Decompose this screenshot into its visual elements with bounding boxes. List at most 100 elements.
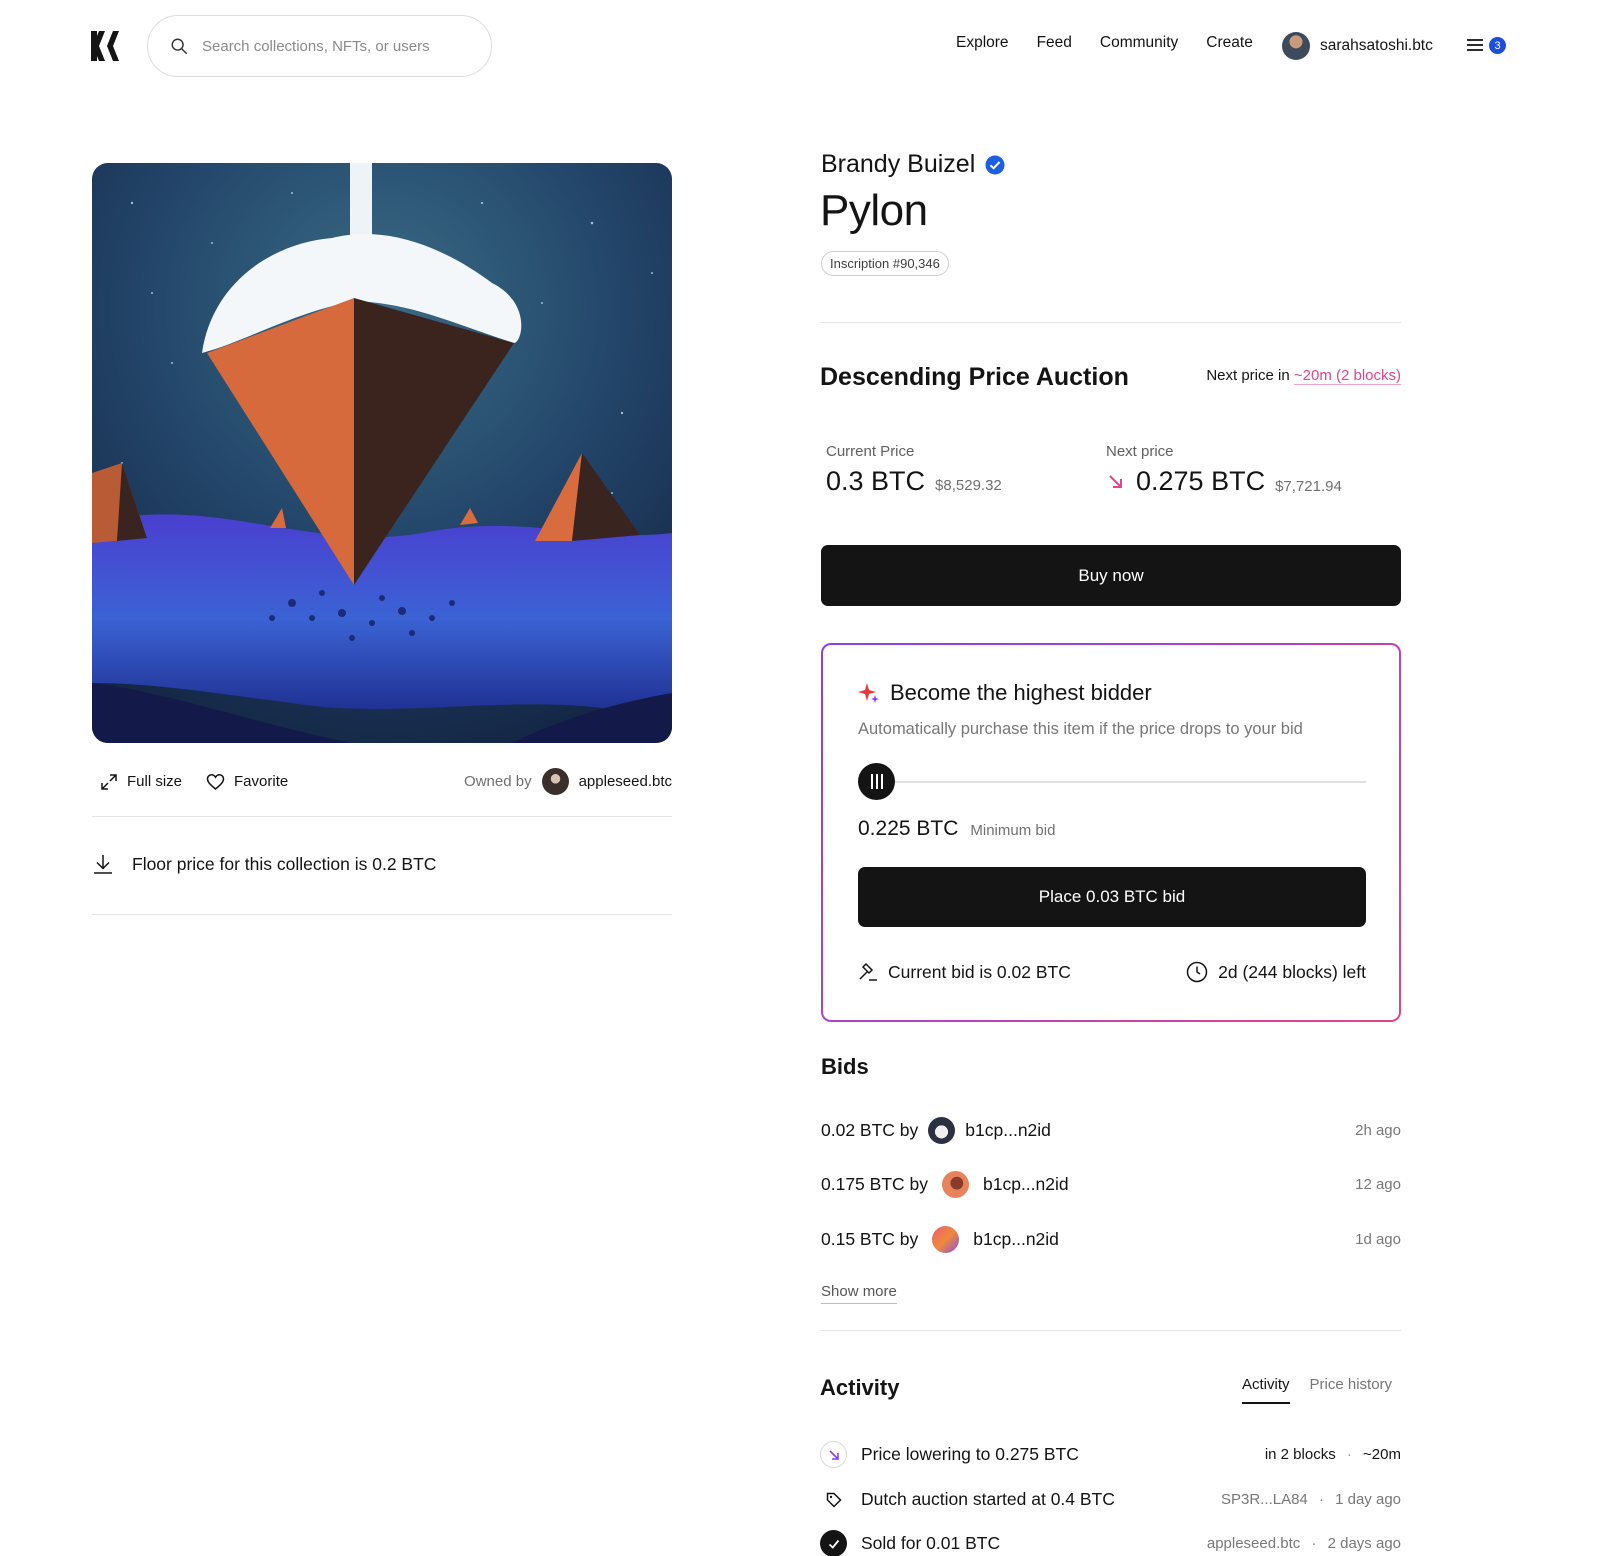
- search-icon: [171, 38, 187, 54]
- menu-icon[interactable]: [1465, 35, 1487, 55]
- time-left-text: 2d (244 blocks) left: [1218, 961, 1366, 982]
- nav-feed[interactable]: Feed: [1037, 34, 1072, 52]
- bid-user[interactable]: b1cp...n2id: [983, 1174, 1069, 1195]
- bid-time: 1d ago: [1355, 1231, 1401, 1248]
- sparkle-icon: [858, 683, 879, 703]
- bid-heading-text: Become the highest bidder: [890, 680, 1152, 705]
- time-left-info: 2d (244 blocks) left: [1186, 961, 1366, 983]
- activity-meta-secondary: 2 days ago: [1327, 1535, 1401, 1552]
- owner-avatar[interactable]: [541, 768, 569, 795]
- download-icon: [94, 855, 112, 874]
- activity-meta-secondary: 1 day ago: [1335, 1491, 1401, 1508]
- creator-label: Brandy Buizel: [821, 150, 976, 178]
- bid-panel-heading: Become the highest bidder: [858, 680, 1152, 706]
- clock-icon: [1186, 961, 1208, 983]
- next-price-prefix: Next price in: [1206, 367, 1290, 384]
- heart-icon: [206, 773, 225, 790]
- bid-amount: 0.02 BTC by: [821, 1120, 919, 1140]
- user-menu[interactable]: sarahsatoshi.btc: [1282, 32, 1433, 60]
- next-price-label: Next price: [1106, 443, 1174, 460]
- arrow-down-right-icon: [820, 1441, 847, 1468]
- activity-text: Sold for 0.01 BTC: [861, 1533, 1001, 1553]
- search-input[interactable]: [202, 37, 472, 55]
- bid-meta: Current bid is 0.02 BTC 2d (244 blocks) …: [858, 961, 1366, 983]
- divider: [92, 914, 672, 915]
- bids-title: Bids: [821, 1054, 869, 1079]
- auction-title: Descending Price Auction: [820, 363, 1129, 391]
- next-price-block: Next price 0.275 BTC $7,721.94: [1106, 443, 1342, 497]
- bid-user[interactable]: b1cp...n2id: [973, 1229, 1059, 1250]
- activity-meta: appleseed.btc · 2 days ago: [1206, 1535, 1401, 1552]
- creator-name[interactable]: Brandy Buizel: [821, 150, 1005, 179]
- activity-title: Activity: [820, 1375, 900, 1400]
- buy-now-button[interactable]: Buy now: [821, 545, 1401, 606]
- place-bid-button[interactable]: Place 0.03 BTC bid: [858, 867, 1366, 927]
- avatar: [942, 1171, 969, 1198]
- tag-icon: [820, 1486, 847, 1513]
- current-price-label: Current Price: [826, 443, 915, 460]
- activity-meta-primary[interactable]: SP3R...LA84: [1221, 1491, 1308, 1508]
- tab-activity[interactable]: Activity: [1242, 1376, 1290, 1404]
- min-bid-label: Minimum bid: [970, 822, 1056, 839]
- avatar: [932, 1226, 960, 1253]
- bid-user[interactable]: b1cp...n2id: [965, 1120, 1051, 1141]
- expand-icon: [101, 773, 117, 790]
- nav-create[interactable]: Create: [1206, 34, 1253, 52]
- next-price-timer: Next price in ~20m (2 blocks): [1206, 367, 1401, 385]
- current-price: 0.3 BTC: [826, 466, 926, 496]
- nav-community[interactable]: Community: [1100, 34, 1178, 52]
- arrow-down-right-icon: [1109, 474, 1122, 488]
- tab-price-history[interactable]: Price history: [1310, 1376, 1393, 1404]
- verified-icon: [985, 155, 1005, 174]
- activity-tabs: Activity Price history: [1242, 1376, 1392, 1404]
- activity-text: Price lowering to 0.275 BTC: [861, 1444, 1079, 1464]
- owner-name[interactable]: appleseed.btc: [579, 773, 672, 790]
- divider: [821, 1330, 1401, 1331]
- main-nav: Explore Feed Community Create: [956, 34, 1253, 52]
- show-more-link[interactable]: Show more: [821, 1283, 897, 1304]
- bid-panel: Become the highest bidder Automatically …: [821, 643, 1401, 1022]
- floor-price-info: Floor price for this collection is 0.2 B…: [92, 853, 436, 875]
- bid-row[interactable]: 0.15 BTC by b1cp...n2id 1d ago: [821, 1226, 1401, 1253]
- bid-amount: 0.175 BTC by: [821, 1174, 928, 1194]
- next-price-time[interactable]: ~20m (2 blocks): [1293, 367, 1401, 385]
- min-bid-value: 0.225 BTC: [858, 817, 959, 840]
- gavel-icon: [859, 962, 877, 981]
- nav-explore[interactable]: Explore: [956, 34, 1009, 52]
- notification-badge[interactable]: 3: [1489, 37, 1506, 54]
- check-icon: [820, 1530, 847, 1556]
- artwork-image[interactable]: [92, 163, 672, 743]
- current-bid-text: Current bid is 0.02 BTC: [888, 961, 1071, 982]
- bid-slider-track[interactable]: [858, 781, 1366, 783]
- owner-info: Owned by appleseed.btc: [464, 768, 672, 795]
- activity-meta-secondary: ~20m: [1363, 1446, 1401, 1463]
- activity-text: Dutch auction started at 0.4 BTC: [861, 1489, 1115, 1509]
- logo-icon[interactable]: [90, 30, 120, 62]
- username: sarahsatoshi.btc: [1320, 37, 1433, 54]
- activity-row: Price lowering to 0.275 BTC in 2 blocks …: [820, 1441, 1401, 1468]
- full-size-button[interactable]: Full size: [100, 773, 182, 791]
- min-bid: 0.225 BTC Minimum bid: [858, 817, 1055, 841]
- artwork-actions: Full size Favorite Owned by appleseed.bt…: [100, 768, 672, 795]
- bid-subtitle: Automatically purchase this item if the …: [858, 720, 1303, 738]
- bid-time: 12 ago: [1355, 1176, 1401, 1193]
- activity-meta-primary[interactable]: appleseed.btc: [1207, 1535, 1300, 1552]
- inscription-badge: Inscription #90,346: [821, 251, 949, 276]
- current-price-usd: $8,529.32: [935, 477, 1002, 494]
- bid-slider-handle[interactable]: [858, 763, 895, 800]
- divider: [92, 816, 672, 817]
- favorite-button[interactable]: Favorite: [206, 773, 288, 791]
- current-price-block: Current Price 0.3 BTC $8,529.32: [826, 443, 1002, 497]
- next-price-usd: $7,721.94: [1275, 478, 1342, 495]
- next-price: 0.275 BTC: [1136, 466, 1266, 496]
- bid-row[interactable]: 0.02 BTC by b1cp...n2id 2h ago: [821, 1117, 1401, 1144]
- activity-row: Sold for 0.01 BTC appleseed.btc · 2 days…: [820, 1530, 1401, 1556]
- search-bar[interactable]: [147, 15, 492, 77]
- bid-amount: 0.15 BTC by: [821, 1229, 919, 1249]
- current-bid-info: Current bid is 0.02 BTC: [858, 961, 1071, 983]
- avatar: [1282, 32, 1310, 60]
- bid-time: 2h ago: [1355, 1122, 1401, 1139]
- bid-row[interactable]: 0.175 BTC by b1cp...n2id 12 ago: [821, 1171, 1401, 1198]
- favorite-label: Favorite: [234, 773, 289, 790]
- floor-price-text: Floor price for this collection is 0.2 B…: [132, 853, 437, 874]
